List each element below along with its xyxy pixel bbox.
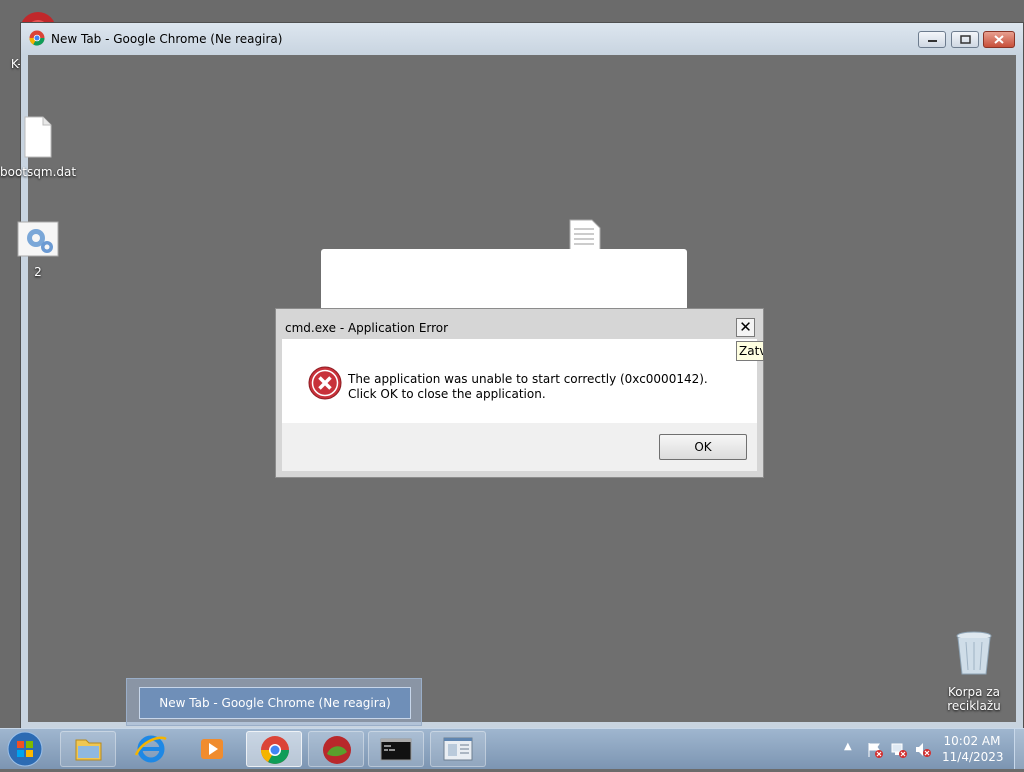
taskbar: ▲ 10:02 AM 11/4/2023 [0,728,1024,769]
show-desktop-button[interactable] [1014,729,1024,769]
maximize-button[interactable] [951,31,979,48]
file-icon [24,116,52,158]
chrome-icon [261,736,289,764]
close-button[interactable] [983,31,1015,48]
close-tooltip: Zatvori [736,341,764,361]
recycle-bin-icon [956,631,992,675]
desktop-icon-2[interactable]: 2 [0,220,76,279]
volume-muted-icon[interactable] [914,741,932,759]
minimize-icon [928,40,937,42]
file-icon [569,219,601,251]
network-icon[interactable] [890,741,908,759]
kmeleon-icon [323,736,351,764]
desktop-icon-label: Korpa za reciklažu [947,685,1001,713]
taskbar-explorer[interactable] [60,731,116,767]
ok-button[interactable]: OK [659,434,747,460]
window-title: New Tab - Google Chrome (Ne reagira) [51,32,283,46]
dialog-close-button[interactable]: ✕ [736,318,755,337]
internet-explorer-icon [134,735,167,763]
desktop-icon-recycle-bin[interactable]: Korpa za reciklažu [936,630,1012,713]
desktop-icon-label: bootsqm.dat [0,165,77,179]
command-prompt-icon [380,738,412,761]
window-frame-right [1016,55,1023,729]
close-icon [994,35,1004,44]
error-icon [308,366,342,400]
taskbar-cmd[interactable] [368,731,424,767]
restore-icon [960,35,971,44]
error-message: The application was unable to start corr… [348,372,708,401]
taskbar-preview[interactable]: New Tab - Google Chrome (Ne reagira) [126,678,422,726]
settings-shortcut-icon [17,221,59,257]
clock-date: 11/4/2023 [942,750,1004,764]
taskbar-app-window[interactable] [430,731,486,767]
start-button[interactable] [4,729,46,769]
dialog-footer: OK [282,423,757,471]
background-panel [321,249,687,311]
taskbar-internet-explorer[interactable] [122,731,178,767]
clock-time: 10:02 AM [943,734,1001,748]
error-dialog[interactable]: cmd.exe - Application Error ✕ The applic… [275,308,764,478]
dialog-title: cmd.exe - Application Error [285,321,449,335]
dialog-body: The application was unable to start corr… [282,339,757,471]
application-window-icon [443,737,473,761]
folder-icon [75,739,102,761]
windows-start-icon [7,731,43,767]
action-center-flag-icon[interactable] [866,741,884,759]
taskbar-kmeleon[interactable] [308,731,364,767]
desktop-icon-bootsqm[interactable]: bootsqm.dat [0,116,76,179]
system-clock[interactable]: 10:02 AM 11/4/2023 [942,733,1004,765]
taskbar-chrome[interactable] [246,731,302,767]
minimize-button[interactable] [918,31,946,48]
desktop-icon-label: 2 [34,265,42,279]
show-hidden-icons-button[interactable]: ▲ [844,741,852,752]
chrome-icon [29,30,45,46]
close-icon: ✕ [739,318,752,336]
media-player-icon [201,739,223,759]
preview-window-item[interactable]: New Tab - Google Chrome (Ne reagira) [139,687,411,719]
window-titlebar[interactable]: New Tab - Google Chrome (Ne reagira) [21,23,1023,55]
taskbar-media-player[interactable] [184,731,240,767]
